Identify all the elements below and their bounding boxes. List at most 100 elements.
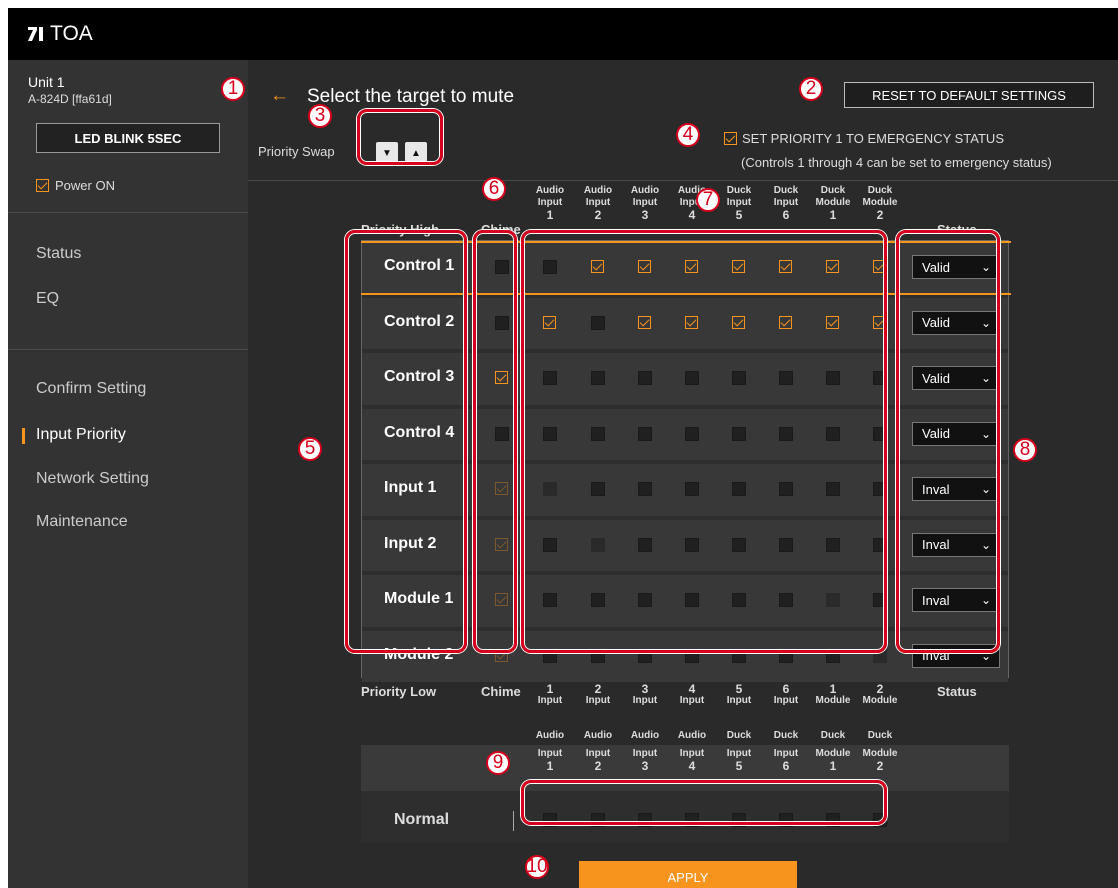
priority-swap-label: Priority Swap: [258, 144, 335, 159]
normal-divider: [513, 811, 514, 831]
brand-logo-text: TOA: [50, 22, 93, 45]
column-header-type: Audio: [535, 185, 565, 196]
top-bar: TOA: [8, 8, 1118, 60]
sidebar-divider: [8, 349, 248, 350]
normal-column-type: Audio: [583, 730, 613, 741]
power-label: Power ON: [55, 178, 115, 193]
app-window: TOA Unit 1 A-824D [ffa61d] LED BLINK 5SE…: [8, 8, 1118, 888]
emergency-label: SET PRIORITY 1 TO EMERGENCY STATUS: [742, 131, 1004, 146]
normal-column-type: Duck: [820, 730, 846, 741]
status-footer: Status: [937, 684, 977, 699]
column-footer-number: 1: [829, 682, 837, 696]
column-header: Audio Input 1: [530, 185, 570, 221]
callout-marker: 10: [525, 855, 549, 879]
annotation-box: [521, 230, 887, 653]
column-footer-kind: Input: [537, 695, 563, 706]
column-header: Audio Input 2: [578, 185, 618, 221]
normal-column-number: 1: [829, 759, 837, 773]
normal-column-type: Audio: [677, 730, 707, 741]
callout-marker: 6: [482, 177, 506, 201]
callout-marker: 7: [696, 188, 720, 212]
callout-marker: 8: [1013, 438, 1037, 462]
column-header-type: Duck: [773, 185, 799, 196]
normal-column-header: Duck Input 5: [719, 730, 759, 772]
column-header-number: 2: [594, 208, 602, 222]
priority-low-label: Priority Low: [361, 684, 437, 699]
callout-marker: 2: [799, 77, 823, 101]
emergency-checkbox[interactable]: [724, 132, 737, 145]
normal-column-number: 5: [735, 759, 743, 773]
normal-column-number: 2: [876, 759, 884, 773]
column-header-type: Duck: [867, 185, 893, 196]
sidebar-item-network-setting[interactable]: Network Setting: [36, 470, 149, 488]
column-footer-number: 6: [782, 682, 790, 696]
callout-marker: 3: [308, 104, 332, 128]
apply-button[interactable]: APPLY: [579, 861, 797, 888]
header-divider: [248, 180, 1118, 181]
column-header-number: 2: [876, 208, 884, 222]
normal-column-header: Audio Input 3: [625, 730, 665, 772]
sidebar-item-status[interactable]: Status: [36, 245, 81, 263]
column-header: Duck Module 2: [860, 185, 900, 221]
normal-column-type: Duck: [867, 730, 893, 741]
column-footer-kind: Module: [815, 695, 851, 706]
column-footer-kind: Input: [585, 695, 611, 706]
column-header-type: Audio: [630, 185, 660, 196]
power-on-toggle[interactable]: Power ON: [36, 178, 115, 193]
callout-marker: 1: [221, 77, 245, 101]
column-footer-kind: Input: [632, 695, 658, 706]
column-header-number: 5: [735, 208, 743, 222]
annotation-box: [896, 230, 1000, 653]
page-title: Select the target to mute: [307, 86, 515, 107]
normal-column-number: 2: [594, 759, 602, 773]
active-indicator: [22, 428, 25, 444]
column-footer-kind: Input: [679, 695, 705, 706]
normal-label: Normal: [394, 811, 450, 828]
annotation-box: [473, 230, 517, 653]
column-footer: 1 Input: [530, 683, 570, 707]
column-footer-number: 4: [688, 682, 696, 696]
reset-default-button[interactable]: RESET TO DEFAULT SETTINGS: [844, 82, 1094, 108]
column-header: Duck Input 6: [766, 185, 806, 221]
column-footer-number: 2: [876, 682, 884, 696]
unit-model: A-824D [ffa61d]: [28, 92, 112, 106]
toa-logo-icon: [28, 27, 43, 41]
column-footer: 2 Module: [860, 683, 900, 707]
callout-marker: 9: [486, 751, 510, 775]
callout-marker: 5: [298, 437, 322, 461]
power-checkbox[interactable]: [36, 179, 49, 192]
column-header-type: Duck: [726, 185, 752, 196]
sidebar-divider: [8, 212, 248, 213]
column-header: Duck Module 1: [813, 185, 853, 221]
sidebar-item-input-priority[interactable]: Input Priority: [36, 426, 126, 444]
normal-column-header: Duck Input 6: [766, 730, 806, 772]
normal-column-number: 3: [641, 759, 649, 773]
back-arrow-icon[interactable]: ←: [270, 85, 289, 107]
normal-column-type: Audio: [630, 730, 660, 741]
sidebar-item-eq[interactable]: EQ: [36, 290, 59, 308]
callout-marker: 4: [676, 123, 700, 147]
sidebar-item-confirm-setting[interactable]: Confirm Setting: [36, 380, 146, 398]
normal-column-header: Duck Module 1: [813, 730, 853, 772]
normal-column-header: Audio Input 1: [530, 730, 570, 772]
emergency-priority-toggle[interactable]: SET PRIORITY 1 TO EMERGENCY STATUS: [724, 131, 1004, 146]
column-footer: 1 Module: [813, 683, 853, 707]
normal-column-number: 6: [782, 759, 790, 773]
column-header: Audio Input 3: [625, 185, 665, 221]
led-blink-button[interactable]: LED BLINK 5SEC: [36, 123, 220, 153]
normal-column-header: Duck Module 2: [860, 730, 900, 772]
sidebar-item-maintenance[interactable]: Maintenance: [36, 513, 128, 531]
column-footer-kind: Module: [862, 695, 898, 706]
column-header-number: 3: [641, 208, 649, 222]
column-header-type: Audio: [583, 185, 613, 196]
column-footer-number: 1: [546, 682, 554, 696]
normal-column-type: Duck: [773, 730, 799, 741]
normal-column-header: Audio Input 2: [578, 730, 618, 772]
annotation-box: [521, 780, 887, 825]
annotation-box: [345, 230, 467, 653]
normal-column-number: 4: [688, 759, 696, 773]
sidebar: Unit 1 A-824D [ffa61d] LED BLINK 5SEC Po…: [8, 60, 248, 888]
column-footer: 6 Input: [766, 683, 806, 707]
normal-column-number: 1: [546, 759, 554, 773]
chime-footer: Chime: [481, 684, 521, 699]
